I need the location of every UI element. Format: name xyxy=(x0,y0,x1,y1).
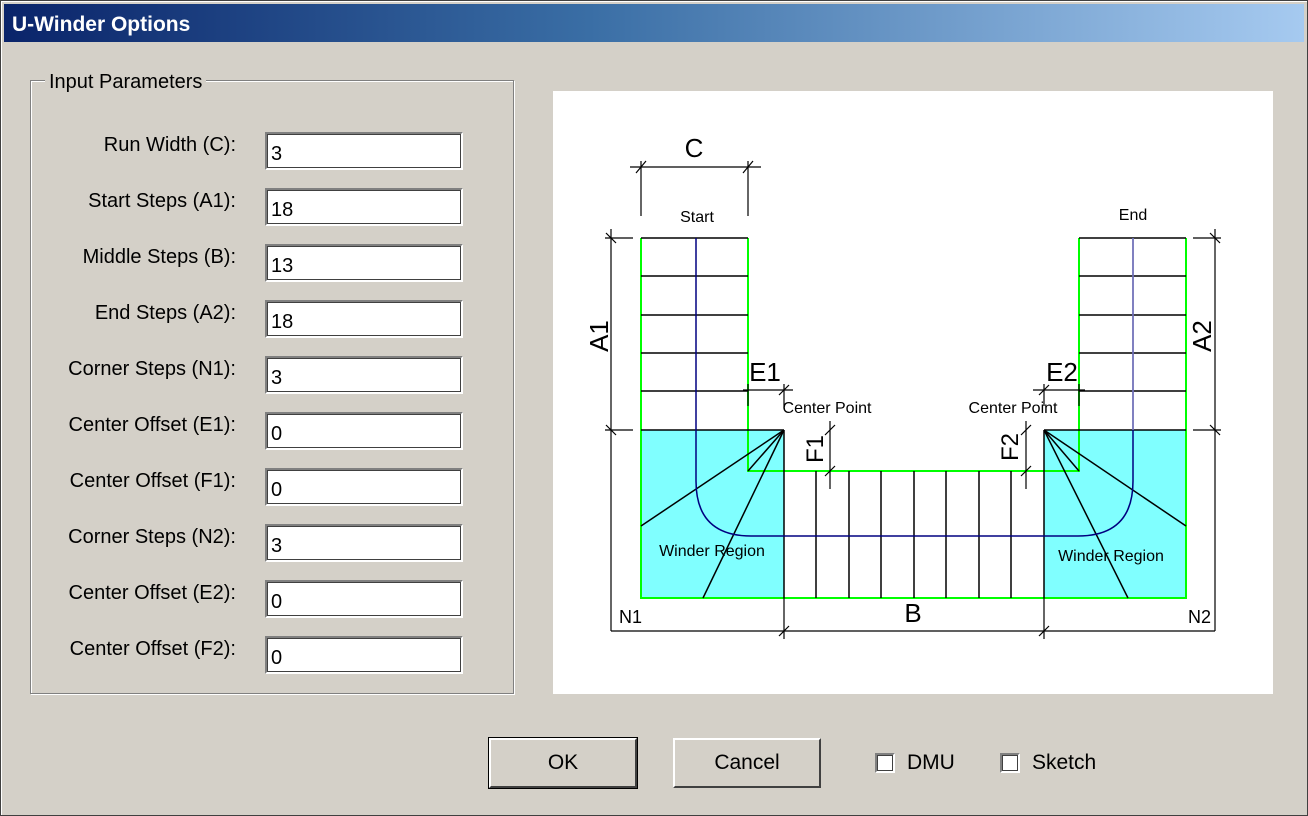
label-center-point-right: Center Point xyxy=(969,400,1058,417)
label-winder-region-right: Winder Region xyxy=(1058,548,1164,565)
sketch-checkbox-box[interactable] xyxy=(1000,753,1020,773)
label-end: End xyxy=(1119,207,1147,224)
center-offset-e1-label: Center Offset (E1): xyxy=(68,414,236,436)
dmu-checkbox-label: DMU xyxy=(907,751,955,774)
center-offset-e2-label: Center Offset (E2): xyxy=(68,582,236,604)
cancel-button[interactable]: Cancel xyxy=(673,738,821,788)
center-offset-f1-label: Center Offset (F1): xyxy=(69,470,236,492)
dmu-checkbox[interactable]: DMU xyxy=(875,751,955,775)
u-winder-diagram-svg: C Start End A1 A2 E1 E2 F1 F2 Center Poi… xyxy=(584,133,1221,639)
center-offset-f2-label: Center Offset (F2): xyxy=(69,638,236,660)
start-steps-input[interactable] xyxy=(265,188,463,226)
label-start: Start xyxy=(680,209,714,226)
label-center-point-left: Center Point xyxy=(783,400,872,417)
u-winder-options-dialog: U-Winder Options Input Parameters Run Wi… xyxy=(0,0,1308,816)
cancel-button-label: Cancel xyxy=(714,751,780,774)
corner-steps-n1-label: Corner Steps (N1): xyxy=(68,358,236,380)
corner-steps-n1-input[interactable] xyxy=(265,356,463,394)
sketch-checkbox-label: Sketch xyxy=(1032,751,1097,774)
label-e1: E1 xyxy=(749,357,781,387)
middle-steps-label: Middle Steps (B): xyxy=(82,246,236,268)
run-width-input[interactable] xyxy=(265,132,463,170)
label-n2: N2 xyxy=(1188,607,1211,627)
window-title: U-Winder Options xyxy=(12,13,191,36)
u-winder-diagram: C Start End A1 A2 E1 E2 F1 F2 Center Poi… xyxy=(553,91,1273,694)
center-offset-f2-input[interactable] xyxy=(265,636,463,674)
sketch-checkbox[interactable]: Sketch xyxy=(1000,751,1096,775)
label-e2: E2 xyxy=(1046,357,1078,387)
start-flight-treads xyxy=(641,237,784,431)
start-steps-label: Start Steps (A1): xyxy=(88,190,236,212)
label-f1: F1 xyxy=(802,435,829,463)
label-f2: F2 xyxy=(997,433,1024,461)
label-winder-region-left: Winder Region xyxy=(659,543,765,560)
title-bar[interactable]: U-Winder Options xyxy=(4,4,1304,42)
input-parameters-legend: Input Parameters xyxy=(45,71,207,94)
center-offset-e1-input[interactable] xyxy=(265,412,463,450)
label-a1: A1 xyxy=(584,320,614,352)
middle-steps-input[interactable] xyxy=(265,244,463,282)
run-width-label: Run Width (C): xyxy=(103,134,236,156)
ok-button-label: OK xyxy=(547,751,579,774)
end-flight-treads xyxy=(1044,237,1186,431)
center-offset-f1-input[interactable] xyxy=(265,468,463,506)
label-n1: N1 xyxy=(619,607,642,627)
corner-steps-n2-label: Corner Steps (N2): xyxy=(68,526,236,548)
center-offset-e2-input[interactable] xyxy=(265,580,463,618)
corner-steps-n2-input[interactable] xyxy=(265,524,463,562)
label-c: C xyxy=(685,133,704,163)
ok-button[interactable]: OK xyxy=(488,737,638,789)
dmu-checkbox-box[interactable] xyxy=(875,753,895,773)
end-steps-label: End Steps (A2): xyxy=(94,302,236,324)
end-steps-input[interactable] xyxy=(265,300,463,338)
label-a2: A2 xyxy=(1187,320,1217,352)
label-b: B xyxy=(904,598,921,628)
